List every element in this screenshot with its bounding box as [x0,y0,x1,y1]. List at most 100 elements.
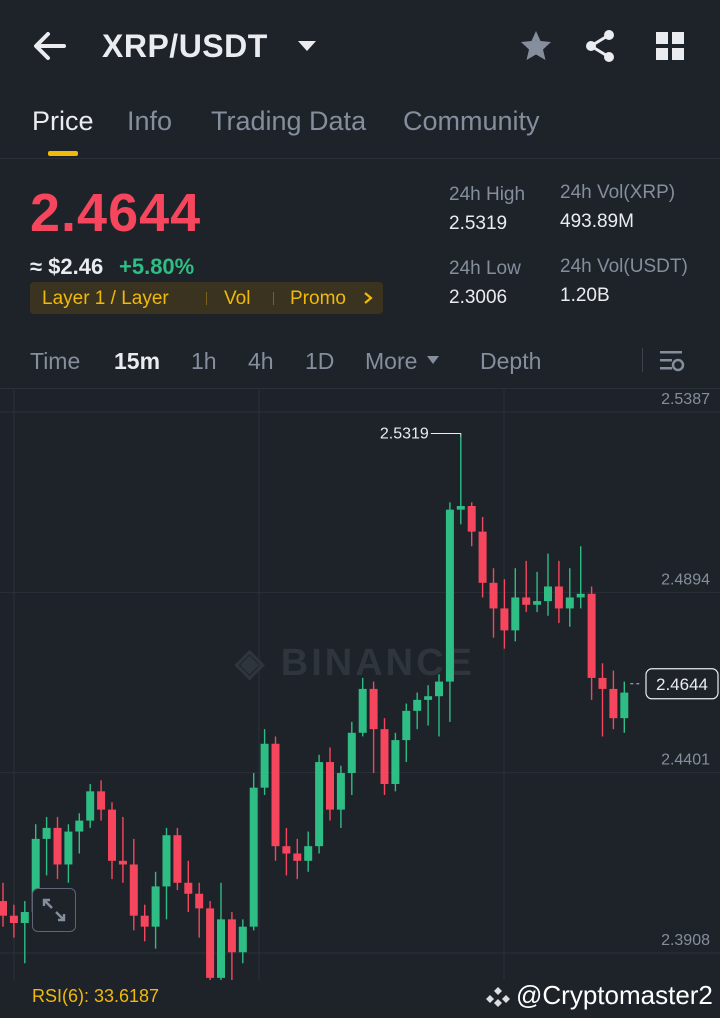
caret-down-icon[interactable] [426,354,440,366]
candle-body [424,696,433,700]
candle-body [402,710,411,741]
tag-promo[interactable]: Promo [290,288,346,310]
back-arrow-icon[interactable] [28,26,72,66]
vol-base-label: 24h Vol(XRP) [560,182,676,203]
candle-body [304,846,313,861]
candle-body [206,908,215,978]
candle-body [533,601,542,605]
interval-depth[interactable]: Depth [480,348,541,375]
price-axis-label: 2.4894 [661,571,710,588]
vol-quote-value: 1.20B [560,285,610,306]
candle-body [445,509,454,682]
tab-trading-data[interactable]: Trading Data [211,106,366,137]
candle-body [64,831,73,865]
tab-info[interactable]: Info [127,106,172,137]
candle-body [271,743,280,847]
top-bar: XRP/USDT [0,0,720,92]
interval-1d[interactable]: 1D [305,348,334,375]
candle-body [336,773,345,810]
tab-community[interactable]: Community [403,106,540,137]
tab-price[interactable]: Price [32,106,94,137]
candle-body [500,608,509,631]
candle-body [282,846,291,854]
price-axis-label: 2.3908 [661,932,710,949]
candle-body [118,860,127,865]
candle-body [108,809,116,861]
tag-bar[interactable]: Layer 1 / Layer Vol Promo [30,282,383,314]
candle-body [195,893,204,909]
watermark-handle: @Cryptomaster2 [516,980,713,1010]
caret-down-icon[interactable] [295,34,319,58]
candle-body [554,586,563,609]
chevron-right-icon [364,292,373,304]
candle-body [184,882,193,894]
high-label: 24h High [449,184,526,205]
vol-base-value: 493.89M [560,211,634,232]
candle-body [467,506,476,532]
last-price-tag-label: 2.4644 [656,675,708,694]
candle-body [42,827,51,839]
candle-body [53,827,62,865]
chart-settings-icon[interactable] [658,348,686,374]
candle-body [75,820,84,832]
interval-15m[interactable]: 15m [114,348,160,375]
candle-body [435,681,443,697]
candle-body [522,597,531,605]
high-value: 2.5319 [449,213,508,234]
expand-icon [42,898,66,922]
candle-body [20,912,29,924]
candle-body [315,762,324,847]
expand-chart-button[interactable] [32,888,76,932]
candle-body [598,677,607,689]
interval-1h[interactable]: 1h [191,348,217,375]
tag-divider [273,292,274,305]
low-label: 24h Low [449,258,521,279]
active-tab-indicator [48,151,78,156]
fiat-price: ≈ $2.46 [30,254,104,279]
candle-body [478,531,487,583]
candlestick-chart[interactable]: 2.53872.48942.44012.3908◈ BINANCE2.53192… [0,390,720,980]
star-icon[interactable] [516,26,556,66]
candle-body [249,787,258,927]
candle-body [609,688,618,719]
interval-divider [642,348,643,372]
candle-body [369,688,378,730]
candle-body [97,791,106,810]
candle-body [238,926,247,953]
tag-vol[interactable]: Vol [224,288,250,310]
candle-body [511,597,520,631]
candle-body [391,740,400,785]
low-value: 2.3006 [449,287,508,308]
interval-more[interactable]: More [365,348,417,375]
tab-bar: Price Info Trading Data Community [0,100,720,159]
interval-bar: Time 15m 1h 4h 1D More Depth [0,338,720,389]
max-marker-leader [430,433,462,437]
candle-body [565,597,574,609]
interval-4h[interactable]: 4h [248,348,274,375]
candle-body [173,835,182,883]
candle-body [162,835,171,887]
grid-icon[interactable] [650,26,690,66]
candle-body [140,915,149,927]
max-price-label: 2.5319 [380,426,429,443]
candle-body [489,582,498,609]
binance-diamond-icon [486,987,510,1007]
tag-layer[interactable]: Layer 1 / Layer [42,288,169,310]
app-screen: XRP/USDT Price Info Trading Data Communi… [0,0,720,1018]
price-axis-label: 2.5387 [661,391,710,408]
price-axis-label: 2.4401 [661,752,710,769]
candle-body [151,886,160,927]
share-icon[interactable] [580,26,620,66]
candle-body [587,593,596,678]
candle-body [227,919,236,953]
candle-body [86,791,95,821]
vol-quote-label: 24h Vol(USDT) [560,256,688,277]
interval-time[interactable]: Time [30,348,80,375]
candle-body [0,901,7,916]
candle-body [9,915,18,924]
candle-body [129,864,138,916]
candle-body [326,762,334,810]
candle-body [620,692,629,719]
trading-pair-title[interactable]: XRP/USDT [102,28,268,65]
candle-body [576,593,585,598]
